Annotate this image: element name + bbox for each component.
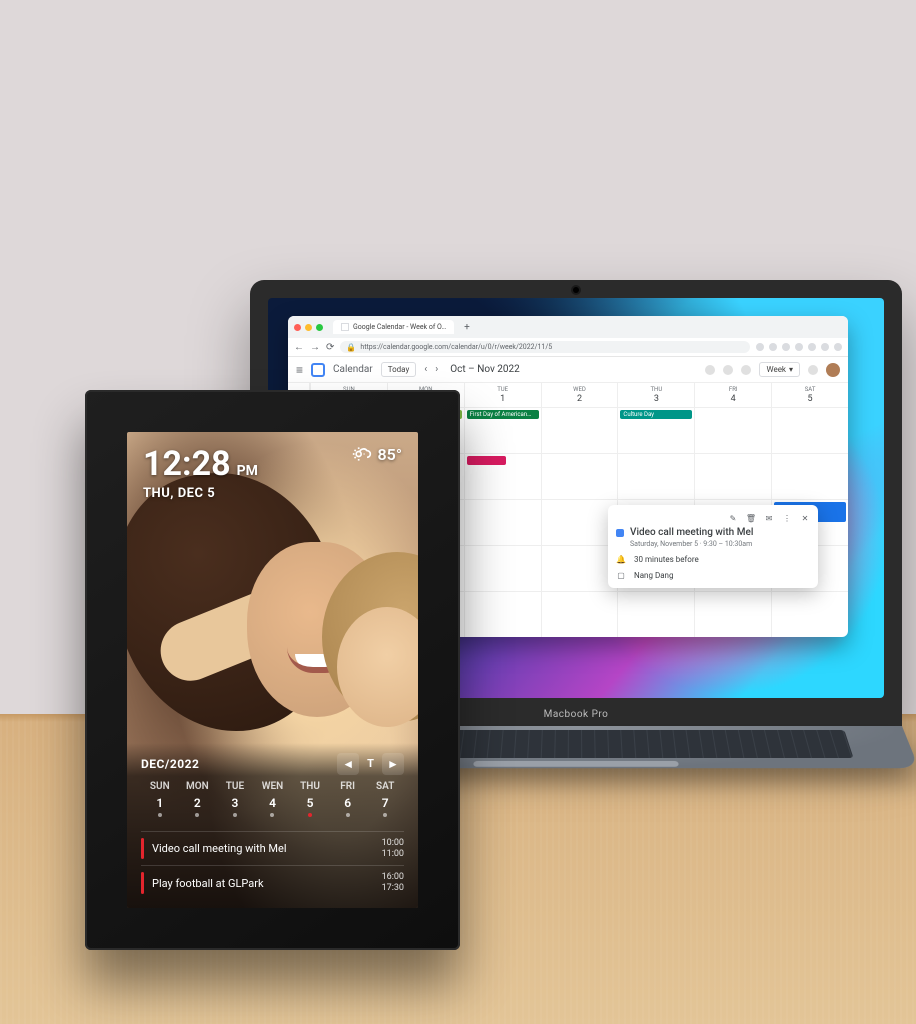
- view-switcher[interactable]: Week ▾: [759, 362, 800, 377]
- gcal-app-name: Calendar: [333, 364, 373, 375]
- mail-icon[interactable]: ✉: [764, 513, 774, 523]
- more-icon[interactable]: ⋮: [782, 513, 792, 523]
- webcam: [573, 287, 579, 293]
- ext-icon[interactable]: [756, 343, 764, 351]
- account-avatar[interactable]: [826, 363, 840, 377]
- ext-icon[interactable]: [821, 343, 829, 351]
- date-label: THU, DEC 5: [143, 486, 258, 501]
- event-owner: Nang Dang: [634, 571, 673, 580]
- search-icon[interactable]: [705, 365, 715, 375]
- next-week-icon[interactable]: ›: [435, 364, 438, 375]
- browser-tab[interactable]: Google Calendar - Week of O…: [333, 320, 454, 334]
- reload-icon[interactable]: ⟳: [326, 342, 334, 353]
- calendar-favicon-icon: [341, 323, 349, 331]
- browser-tab-title: Google Calendar - Week of O…: [353, 323, 446, 331]
- window-close-icon[interactable]: [294, 324, 301, 331]
- hamburger-icon[interactable]: ≡: [296, 363, 303, 377]
- browser-toolbar: ← → ⟳ 🔒 https://calendar.google.com/cale…: [288, 338, 848, 357]
- extension-icons: [756, 343, 842, 351]
- next-button[interactable]: ►: [382, 753, 404, 775]
- event-time: Saturday, November 5 · 9:30 – 10:30am: [630, 540, 753, 548]
- bell-icon: 🔔: [616, 554, 626, 564]
- event-chip[interactable]: [467, 456, 507, 465]
- ext-icon[interactable]: [795, 343, 803, 351]
- gcal-header: ≡ Calendar Today ‹ › Oct – Nov 2022 Week…: [288, 357, 848, 383]
- week-strip: SUN1 MON2 TUE3 WEN4 THU5 FRI6 SAT7: [141, 781, 404, 825]
- event-reminder: 30 minutes before: [634, 555, 699, 564]
- frame-calendar-panel: DEC/2022 ◄ T ► SUN1 MON2 TUE3 WEN4 THU5 …: [127, 743, 418, 908]
- clock: 12:28 PM: [143, 444, 258, 484]
- event-title: Play football at GLPark: [152, 877, 374, 890]
- prev-week-icon[interactable]: ‹: [424, 364, 427, 375]
- close-icon[interactable]: ✕: [800, 513, 810, 523]
- event-color-bar: [141, 838, 144, 860]
- allday-event[interactable]: First Day of American…: [467, 410, 539, 419]
- event-color-icon: [616, 529, 624, 537]
- browser-tab-strip: Google Calendar - Week of O… +: [288, 316, 848, 338]
- gcal-logo-icon: [311, 363, 325, 377]
- window-zoom-icon[interactable]: [316, 324, 323, 331]
- weather-widget[interactable]: 85°: [352, 444, 402, 464]
- event-list: Video call meeting with Mel 10:0011:00 P…: [141, 831, 404, 900]
- help-icon[interactable]: [723, 365, 733, 375]
- today-button[interactable]: Today: [381, 362, 417, 377]
- prev-button[interactable]: ◄: [337, 753, 359, 775]
- event-title: Video call meeting with Mel: [152, 842, 374, 855]
- back-icon[interactable]: ←: [294, 342, 304, 353]
- digital-frame: 12:28 PM THU, DEC 5 85° DEC/2022 ◄ T ►: [85, 390, 460, 950]
- event-row[interactable]: Play football at GLPark 16:0017:30: [141, 865, 404, 900]
- calendar-icon: ▢: [616, 570, 626, 580]
- event-color-bar: [141, 872, 144, 894]
- settings-gear-icon[interactable]: [741, 365, 751, 375]
- address-bar[interactable]: 🔒 https://calendar.google.com/calendar/u…: [340, 341, 750, 353]
- weather-icon: [352, 444, 372, 464]
- today-cell[interactable]: 5: [291, 796, 329, 825]
- forward-icon[interactable]: →: [310, 342, 320, 353]
- view-mode[interactable]: T: [367, 757, 374, 770]
- window-minimize-icon[interactable]: [305, 324, 312, 331]
- ext-icon[interactable]: [769, 343, 777, 351]
- edit-icon[interactable]: ✎: [728, 513, 738, 523]
- frame-status-bar: 12:28 PM THU, DEC 5 85°: [143, 444, 402, 501]
- allday-event[interactable]: Culture Day: [620, 410, 692, 419]
- address-url: https://calendar.google.com/calendar/u/0…: [360, 343, 552, 351]
- ext-icon[interactable]: [834, 343, 842, 351]
- event-times: 16:0017:30: [382, 872, 404, 894]
- date-range: Oct – Nov 2022: [450, 364, 519, 375]
- event-title: Video call meeting with Mel: [630, 527, 753, 538]
- new-tab-button[interactable]: +: [464, 322, 470, 333]
- event-row[interactable]: Video call meeting with Mel 10:0011:00: [141, 831, 404, 866]
- temperature: 85°: [378, 445, 402, 464]
- ext-icon[interactable]: [782, 343, 790, 351]
- event-popover: ✎ 🗑 ✉ ⋮ ✕ Video call meeting with Mel: [608, 505, 818, 588]
- ext-icon[interactable]: [808, 343, 816, 351]
- lock-icon: 🔒: [346, 343, 356, 352]
- calendar-month: DEC/2022: [141, 757, 199, 771]
- apps-grid-icon[interactable]: [808, 365, 818, 375]
- delete-icon[interactable]: 🗑: [746, 513, 756, 523]
- event-times: 10:0011:00: [382, 838, 404, 860]
- frame-screen[interactable]: 12:28 PM THU, DEC 5 85° DEC/2022 ◄ T ►: [127, 432, 418, 908]
